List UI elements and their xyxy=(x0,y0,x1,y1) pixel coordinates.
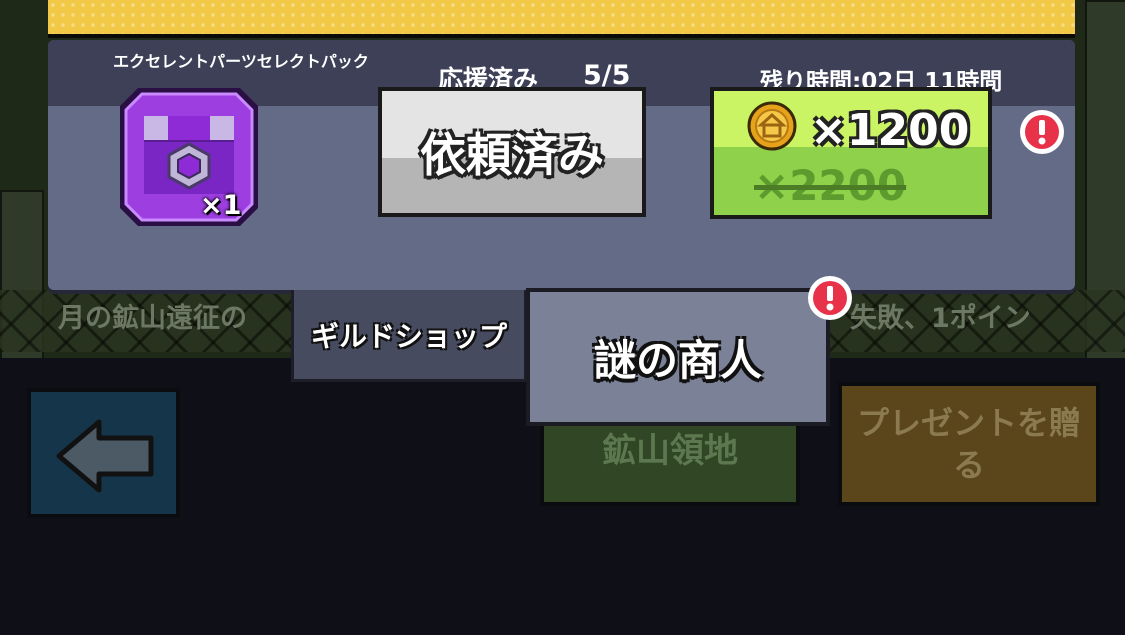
coin-icon xyxy=(747,101,797,151)
back-button[interactable] xyxy=(27,388,180,518)
alert-icon xyxy=(806,274,854,322)
left-arrow-icon xyxy=(56,419,154,493)
item-name: エクセレントパーツセレクトパック xyxy=(113,52,369,71)
purchase-button[interactable]: ×1200 ×2200 xyxy=(710,87,992,219)
sale-price: ×1200 xyxy=(810,105,970,156)
background-ticker-left: 月の鉱山遠征の xyxy=(58,303,247,334)
original-price: ×2200 xyxy=(754,161,907,210)
item-quantity: ×1 xyxy=(200,190,242,221)
top-banner xyxy=(48,0,1075,38)
tab-guild-shop[interactable]: ギルドショップ xyxy=(291,290,527,382)
requested-button[interactable]: 依頼済み xyxy=(378,87,646,217)
tab-mystery-merchant[interactable]: 謎の商人 xyxy=(526,288,830,426)
background-ticker-right: 失敗、1ポイン xyxy=(850,303,1031,334)
alert-icon xyxy=(1018,108,1066,156)
send-gift-button[interactable]: プレゼントを贈る xyxy=(838,382,1100,506)
